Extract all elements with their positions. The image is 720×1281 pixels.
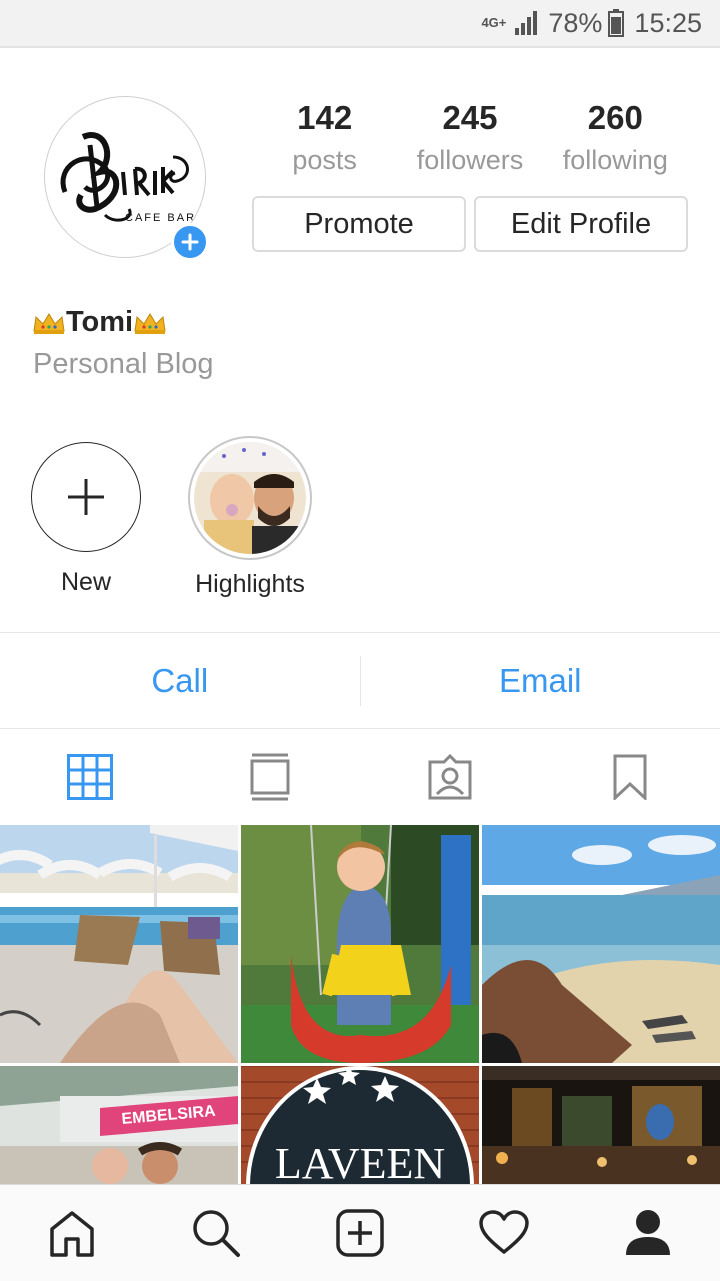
stat-followers[interactable]: 245 followers [397, 96, 542, 180]
photo-grid: EMBELSIRA LAVEEN [0, 825, 720, 1185]
home-icon [48, 1209, 96, 1257]
stat-label: followers [397, 140, 542, 180]
photo-restaurant-sign: LAVEEN [241, 1066, 479, 1185]
activity-heart-icon [479, 1210, 529, 1256]
divider [0, 728, 720, 729]
call-button[interactable]: Call [0, 634, 360, 728]
status-bar: 4G+ 78% 15:25 [0, 0, 720, 48]
nav-activity[interactable] [464, 1193, 544, 1273]
edit-profile-button[interactable]: Edit Profile [474, 196, 688, 252]
stat-following[interactable]: 260 following [543, 96, 688, 180]
highlight-label: New [30, 568, 142, 597]
grid-photo[interactable] [482, 1066, 720, 1185]
highlight-label: Highlights [180, 570, 320, 599]
profile-category: Personal Blog [33, 348, 214, 381]
grid-photo[interactable]: EMBELSIRA [0, 1066, 238, 1185]
photo-child-swing [241, 825, 479, 1063]
grid-photo[interactable]: LAVEEN [241, 1066, 479, 1185]
highlight-new[interactable]: New [30, 442, 142, 597]
profile-stats: 142 posts 245 followers 260 following [252, 96, 688, 180]
photo-pool [0, 825, 238, 1063]
plus-icon [180, 232, 200, 252]
battery-percent: 78% [548, 8, 602, 39]
nav-search[interactable] [176, 1193, 256, 1273]
photo-night-terrace [482, 1066, 720, 1185]
stat-label: following [543, 140, 688, 180]
saved-icon [612, 754, 648, 800]
tagged-icon [426, 754, 474, 800]
crown-icon [133, 311, 167, 335]
tab-saved[interactable] [540, 730, 720, 824]
profile-tabs [0, 730, 720, 824]
stat-value: 142 [252, 96, 397, 140]
profile-name: Tomi [32, 306, 167, 339]
stat-posts[interactable]: 142 posts [252, 96, 397, 180]
plus-icon [66, 477, 106, 517]
grid-icon [67, 754, 113, 800]
restaurant-sign-text: LAVEEN [275, 1139, 445, 1185]
search-icon [191, 1208, 241, 1258]
grid-photo[interactable] [482, 825, 720, 1063]
divider [0, 632, 720, 633]
highlight-thumbnail [194, 442, 306, 554]
grid-photo[interactable] [241, 825, 479, 1063]
tab-tagged[interactable] [360, 730, 540, 824]
battery-icon [608, 9, 624, 37]
tab-feed[interactable] [180, 730, 360, 824]
signal-icon [514, 10, 540, 36]
svg-text:CAFE BAR: CAFE BAR [125, 212, 196, 224]
network-indicator: 4G+ [481, 17, 506, 29]
nav-new-post[interactable] [320, 1193, 400, 1273]
new-highlight-circle [31, 442, 141, 552]
nav-home[interactable] [32, 1193, 112, 1273]
photo-store: EMBELSIRA [0, 1066, 238, 1185]
stat-label: posts [252, 140, 397, 180]
clock: 15:25 [634, 8, 702, 39]
contact-bar: Call Email [0, 634, 720, 728]
add-story-button[interactable] [171, 223, 209, 261]
tab-grid[interactable] [0, 730, 180, 824]
stat-value: 245 [397, 96, 542, 140]
email-button[interactable]: Email [361, 634, 720, 728]
feed-icon [250, 753, 290, 801]
stat-value: 260 [543, 96, 688, 140]
crown-icon [32, 311, 66, 335]
new-post-icon [336, 1209, 384, 1257]
bottom-navigation [0, 1184, 720, 1281]
profile-icon [625, 1209, 671, 1257]
nav-profile[interactable] [608, 1193, 688, 1273]
highlight-highlights[interactable]: Highlights [180, 436, 320, 599]
profile-name-text: Tomi [66, 306, 133, 339]
promote-button[interactable]: Promote [252, 196, 466, 252]
highlight-ring [188, 436, 312, 560]
photo-beach [482, 825, 720, 1063]
grid-photo[interactable] [0, 825, 238, 1063]
